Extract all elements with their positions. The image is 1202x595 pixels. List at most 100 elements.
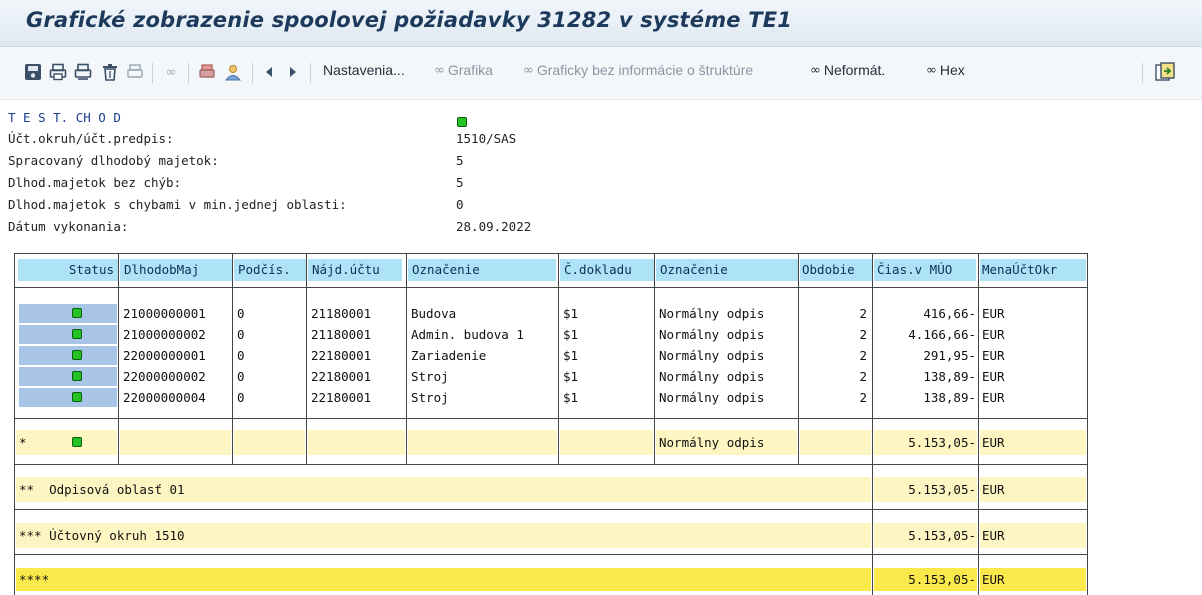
grid-border: [14, 253, 1088, 254]
description-2-cell: Normálny odpis: [659, 306, 765, 321]
description-2-cell: Normálny odpis: [659, 390, 765, 405]
column-header-currency[interactable]: MenaÚčtOkr: [980, 259, 1086, 281]
column-separator: [118, 253, 119, 464]
run-mode-label: T E S T. CH O D: [8, 110, 121, 125]
graphic-no-structure-button[interactable]: ∞ Graficky bez informácie o štruktúre: [523, 62, 753, 78]
column-header-status[interactable]: Status: [18, 259, 118, 281]
header-value: 5: [456, 175, 464, 190]
toolbar-separator: [152, 63, 153, 83]
period-cell: 2: [859, 390, 867, 405]
column-separator: [654, 253, 655, 464]
toolbar-separator: [310, 63, 311, 83]
status-cell: [19, 325, 117, 344]
amount-cell: 5.153,05-: [874, 477, 977, 502]
column-separator: [978, 253, 979, 595]
graphic-no-structure-label: Graficky bez informácie o štruktúre: [536, 62, 754, 78]
print-icon[interactable]: [47, 61, 69, 83]
currency-cell: EUR: [982, 390, 1005, 405]
row-separator: [14, 554, 1088, 555]
description-2-cell: Normálny odpis: [659, 348, 765, 363]
print-immediately-icon[interactable]: [72, 61, 94, 83]
graphic-button[interactable]: ∞ Grafika: [434, 62, 493, 78]
grid-border: [14, 253, 15, 595]
currency-cell: EUR: [982, 348, 1005, 363]
account-cell: 22180001: [311, 390, 372, 405]
print-preview-icon[interactable]: [196, 61, 218, 83]
document-cell: $1: [563, 348, 579, 363]
asset-cell: 22000000004: [123, 390, 206, 405]
subtotal-marker: *: [19, 435, 27, 450]
column-header-document[interactable]: Č.dokladu: [560, 259, 654, 281]
column-header-amount[interactable]: Čias.v MÚO: [874, 259, 976, 281]
unformatted-button[interactable]: ∞ Neformát.: [810, 62, 885, 78]
user-icon[interactable]: [222, 61, 244, 83]
empty-cell: [308, 430, 405, 455]
subnumber-cell: 0: [237, 369, 245, 384]
settings-button[interactable]: Nastavenia...: [323, 62, 405, 78]
column-header-description[interactable]: Označenie: [408, 259, 556, 281]
column-separator: [558, 253, 559, 464]
delete-icon[interactable]: [99, 61, 121, 83]
window-title: Grafické zobrazenie spoolovej požiadavky…: [26, 8, 793, 32]
printer-settings-icon[interactable]: [124, 61, 146, 83]
column-separator: [232, 253, 233, 464]
amount-cell: 291,95-: [923, 348, 976, 363]
document-cell: $1: [563, 327, 579, 342]
row-separator: [14, 464, 1088, 465]
total-label: ** Odpisová oblasť 01: [16, 477, 871, 502]
column-header-account[interactable]: Nájd.účtu: [308, 259, 402, 281]
unformatted-label: Neformát.: [823, 62, 886, 78]
header-label: Dlhod.majetok s chybami v min.jednej obl…: [8, 197, 347, 212]
title-bar: Grafické zobrazenie spoolovej požiadavky…: [0, 0, 1202, 47]
subnumber-cell: 0: [237, 327, 245, 342]
header-value: 1510/SAS: [456, 131, 517, 146]
export-icon[interactable]: [1153, 61, 1177, 83]
asset-cell: 22000000002: [123, 369, 206, 384]
description-cell: Zariadenie: [411, 348, 487, 363]
next-icon[interactable]: [284, 61, 302, 83]
status-cell: [19, 304, 117, 323]
save-local-icon[interactable]: [22, 61, 44, 83]
account-cell: 22180001: [311, 369, 372, 384]
column-header-asset[interactable]: DlhodobMaj: [120, 259, 232, 281]
account-cell: 21180001: [311, 306, 372, 321]
description-cell: Stroj: [411, 390, 449, 405]
empty-cell: [120, 430, 231, 455]
status-ok-icon: [72, 371, 82, 381]
toolbar-separator: [188, 63, 189, 83]
currency-cell: EUR: [982, 306, 1005, 321]
status-cell: [19, 346, 117, 365]
column-header-subnumber[interactable]: Podčís.: [234, 259, 306, 281]
subnumber-cell: 0: [237, 390, 245, 405]
empty-cell: [234, 430, 305, 455]
header-label: Dátum vykonania:: [8, 219, 129, 234]
toolbar-separator: [1142, 63, 1143, 83]
document-cell: $1: [563, 369, 579, 384]
column-separator: [872, 253, 873, 595]
currency-cell: EUR: [980, 477, 1086, 502]
amount-cell: 5.153,05-: [874, 568, 977, 591]
description-2-cell: Normálny odpis: [656, 430, 797, 455]
glasses-icon: ∞: [434, 62, 445, 78]
hex-button[interactable]: ∞ Hex: [926, 62, 965, 78]
header-value: 0: [456, 197, 464, 212]
column-header-period[interactable]: Obdobie: [800, 259, 872, 281]
glasses-icon[interactable]: ∞: [160, 61, 182, 83]
status-cell: [19, 367, 117, 386]
previous-icon[interactable]: [260, 61, 278, 83]
document-cell: $1: [563, 390, 579, 405]
row-separator: [14, 418, 1088, 419]
application-toolbar: ∞ Nastavenia... ∞ Grafika ∞ Graficky bez…: [0, 47, 1202, 100]
grid-border: [1087, 253, 1088, 595]
total-label: *** Účtovný okruh 1510: [16, 523, 871, 548]
empty-cell: [560, 430, 653, 455]
period-cell: 2: [859, 348, 867, 363]
results-grid: Status DlhodobMaj Podčís. Nájd.účtu Ozna…: [14, 253, 1088, 595]
column-header-description-2[interactable]: Označenie: [656, 259, 798, 281]
description-cell: Stroj: [411, 369, 449, 384]
column-separator: [406, 253, 407, 464]
description-2-cell: Normálny odpis: [659, 369, 765, 384]
glasses-icon: ∞: [926, 62, 937, 78]
currency-cell: EUR: [982, 369, 1005, 384]
toolbar-separator: [252, 63, 253, 83]
